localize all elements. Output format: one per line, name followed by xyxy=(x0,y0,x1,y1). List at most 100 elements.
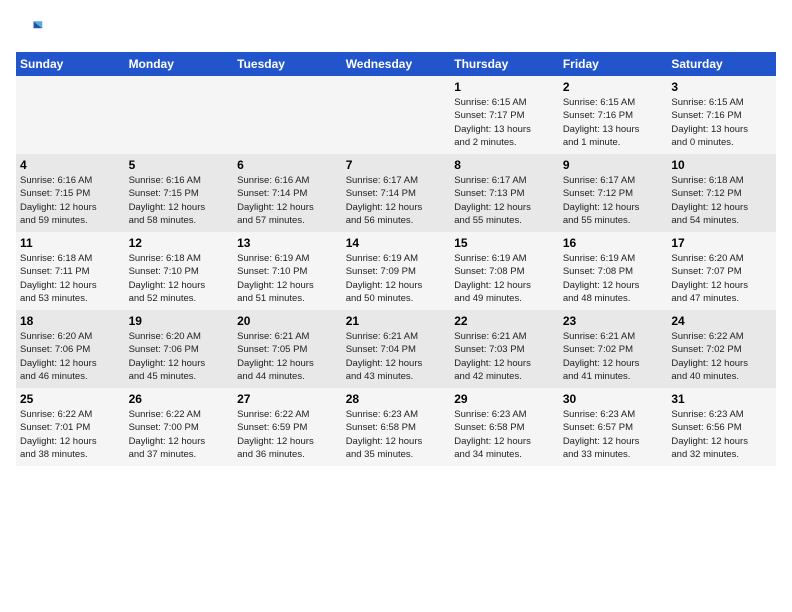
cell-info: Sunrise: 6:22 AM Sunset: 7:01 PM Dayligh… xyxy=(20,408,121,461)
calendar-cell: 6 Sunrise: 6:16 AM Sunset: 7:14 PM Daylig… xyxy=(233,154,342,232)
calendar-week-row: 18 Sunrise: 6:20 AM Sunset: 7:06 PM Dayli… xyxy=(16,310,776,388)
day-number: 25 xyxy=(20,392,121,406)
cell-info: Sunrise: 6:19 AM Sunset: 7:08 PM Dayligh… xyxy=(563,252,664,305)
calendar-cell: 10 Sunrise: 6:18 AM Sunset: 7:12 PM Dayli… xyxy=(667,154,776,232)
calendar-cell: 16 Sunrise: 6:19 AM Sunset: 7:08 PM Dayli… xyxy=(559,232,668,310)
day-number: 5 xyxy=(129,158,230,172)
day-number: 17 xyxy=(671,236,772,250)
calendar-cell: 31Sunrise: 6:23 AM Sunset: 6:56 PM Dayli… xyxy=(667,388,776,466)
day-number: 18 xyxy=(20,314,121,328)
cell-info: Sunrise: 6:21 AM Sunset: 7:02 PM Dayligh… xyxy=(563,330,664,383)
day-number: 23 xyxy=(563,314,664,328)
calendar-cell: 18 Sunrise: 6:20 AM Sunset: 7:06 PM Dayli… xyxy=(16,310,125,388)
calendar-week-row: 25 Sunrise: 6:22 AM Sunset: 7:01 PM Dayli… xyxy=(16,388,776,466)
cell-info: Sunrise: 6:18 AM Sunset: 7:10 PM Dayligh… xyxy=(129,252,230,305)
cell-info: Sunrise: 6:17 AM Sunset: 7:13 PM Dayligh… xyxy=(454,174,555,227)
cell-info: Sunrise: 6:16 AM Sunset: 7:14 PM Dayligh… xyxy=(237,174,338,227)
calendar-week-row: 4 Sunrise: 6:16 AM Sunset: 7:15 PM Daylig… xyxy=(16,154,776,232)
calendar-cell: 7 Sunrise: 6:17 AM Sunset: 7:14 PM Daylig… xyxy=(342,154,451,232)
day-number: 6 xyxy=(237,158,338,172)
calendar-header-row: SundayMondayTuesdayWednesdayThursdayFrid… xyxy=(16,52,776,76)
calendar-cell: 3 Sunrise: 6:15 AM Sunset: 7:16 PM Daylig… xyxy=(667,76,776,154)
cell-info: Sunrise: 6:19 AM Sunset: 7:08 PM Dayligh… xyxy=(454,252,555,305)
day-number: 1 xyxy=(454,80,555,94)
day-number: 15 xyxy=(454,236,555,250)
calendar-cell: 12 Sunrise: 6:18 AM Sunset: 7:10 PM Dayli… xyxy=(125,232,234,310)
cell-info: Sunrise: 6:20 AM Sunset: 7:06 PM Dayligh… xyxy=(20,330,121,383)
calendar-cell: 19Sunrise: 6:20 AM Sunset: 7:06 PM Dayli… xyxy=(125,310,234,388)
day-number: 8 xyxy=(454,158,555,172)
calendar-cell: 28Sunrise: 6:23 AM Sunset: 6:58 PM Dayli… xyxy=(342,388,451,466)
cell-info: Sunrise: 6:16 AM Sunset: 7:15 PM Dayligh… xyxy=(20,174,121,227)
col-header-sunday: Sunday xyxy=(16,52,125,76)
cell-info: Sunrise: 6:23 AM Sunset: 6:56 PM Dayligh… xyxy=(671,408,772,461)
day-number: 19 xyxy=(129,314,230,328)
calendar-cell: 23 Sunrise: 6:21 AM Sunset: 7:02 PM Dayli… xyxy=(559,310,668,388)
day-number: 9 xyxy=(563,158,664,172)
day-number: 3 xyxy=(671,80,772,94)
logo-icon xyxy=(16,16,44,44)
col-header-tuesday: Tuesday xyxy=(233,52,342,76)
day-number: 16 xyxy=(563,236,664,250)
calendar-table: SundayMondayTuesdayWednesdayThursdayFrid… xyxy=(16,52,776,466)
cell-info: Sunrise: 6:16 AM Sunset: 7:15 PM Dayligh… xyxy=(129,174,230,227)
calendar-cell: 30 Sunrise: 6:23 AM Sunset: 6:57 PM Dayli… xyxy=(559,388,668,466)
calendar-cell xyxy=(125,76,234,154)
day-number: 21 xyxy=(346,314,447,328)
calendar-cell: 17 Sunrise: 6:20 AM Sunset: 7:07 PM Dayli… xyxy=(667,232,776,310)
calendar-cell: 5 Sunrise: 6:16 AM Sunset: 7:15 PM Daylig… xyxy=(125,154,234,232)
cell-info: Sunrise: 6:18 AM Sunset: 7:11 PM Dayligh… xyxy=(20,252,121,305)
calendar-cell: 26 Sunrise: 6:22 AM Sunset: 7:00 PM Dayli… xyxy=(125,388,234,466)
day-number: 26 xyxy=(129,392,230,406)
calendar-cell xyxy=(233,76,342,154)
day-number: 20 xyxy=(237,314,338,328)
col-header-thursday: Thursday xyxy=(450,52,559,76)
day-number: 27 xyxy=(237,392,338,406)
page-header xyxy=(16,16,776,44)
day-number: 10 xyxy=(671,158,772,172)
calendar-cell: 22Sunrise: 6:21 AM Sunset: 7:03 PM Dayli… xyxy=(450,310,559,388)
calendar-cell xyxy=(16,76,125,154)
day-number: 11 xyxy=(20,236,121,250)
calendar-cell: 27 Sunrise: 6:22 AM Sunset: 6:59 PM Dayli… xyxy=(233,388,342,466)
cell-info: Sunrise: 6:18 AM Sunset: 7:12 PM Dayligh… xyxy=(671,174,772,227)
day-number: 29 xyxy=(454,392,555,406)
calendar-cell: 20 Sunrise: 6:21 AM Sunset: 7:05 PM Dayli… xyxy=(233,310,342,388)
calendar-cell: 8 Sunrise: 6:17 AM Sunset: 7:13 PM Daylig… xyxy=(450,154,559,232)
col-header-wednesday: Wednesday xyxy=(342,52,451,76)
calendar-cell: 11 Sunrise: 6:18 AM Sunset: 7:11 PM Dayli… xyxy=(16,232,125,310)
cell-info: Sunrise: 6:21 AM Sunset: 7:05 PM Dayligh… xyxy=(237,330,338,383)
cell-info: Sunrise: 6:15 AM Sunset: 7:16 PM Dayligh… xyxy=(671,96,772,149)
calendar-week-row: 1 Sunrise: 6:15 AM Sunset: 7:17 PM Daylig… xyxy=(16,76,776,154)
logo xyxy=(16,16,48,44)
cell-info: Sunrise: 6:19 AM Sunset: 7:09 PM Dayligh… xyxy=(346,252,447,305)
cell-info: Sunrise: 6:17 AM Sunset: 7:12 PM Dayligh… xyxy=(563,174,664,227)
calendar-cell: 14 Sunrise: 6:19 AM Sunset: 7:09 PM Dayli… xyxy=(342,232,451,310)
calendar-cell: 9 Sunrise: 6:17 AM Sunset: 7:12 PM Daylig… xyxy=(559,154,668,232)
day-number: 12 xyxy=(129,236,230,250)
day-number: 4 xyxy=(20,158,121,172)
day-number: 28 xyxy=(346,392,447,406)
calendar-cell xyxy=(342,76,451,154)
cell-info: Sunrise: 6:22 AM Sunset: 7:02 PM Dayligh… xyxy=(671,330,772,383)
calendar-cell: 1 Sunrise: 6:15 AM Sunset: 7:17 PM Daylig… xyxy=(450,76,559,154)
calendar-cell: 25 Sunrise: 6:22 AM Sunset: 7:01 PM Dayli… xyxy=(16,388,125,466)
cell-info: Sunrise: 6:22 AM Sunset: 6:59 PM Dayligh… xyxy=(237,408,338,461)
cell-info: Sunrise: 6:23 AM Sunset: 6:57 PM Dayligh… xyxy=(563,408,664,461)
cell-info: Sunrise: 6:21 AM Sunset: 7:04 PM Dayligh… xyxy=(346,330,447,383)
calendar-cell: 13 Sunrise: 6:19 AM Sunset: 7:10 PM Dayli… xyxy=(233,232,342,310)
day-number: 7 xyxy=(346,158,447,172)
cell-info: Sunrise: 6:17 AM Sunset: 7:14 PM Dayligh… xyxy=(346,174,447,227)
day-number: 2 xyxy=(563,80,664,94)
calendar-week-row: 11 Sunrise: 6:18 AM Sunset: 7:11 PM Dayli… xyxy=(16,232,776,310)
calendar-cell: 29Sunrise: 6:23 AM Sunset: 6:58 PM Dayli… xyxy=(450,388,559,466)
day-number: 30 xyxy=(563,392,664,406)
cell-info: Sunrise: 6:19 AM Sunset: 7:10 PM Dayligh… xyxy=(237,252,338,305)
cell-info: Sunrise: 6:21 AM Sunset: 7:03 PM Dayligh… xyxy=(454,330,555,383)
cell-info: Sunrise: 6:20 AM Sunset: 7:07 PM Dayligh… xyxy=(671,252,772,305)
day-number: 14 xyxy=(346,236,447,250)
day-number: 13 xyxy=(237,236,338,250)
cell-info: Sunrise: 6:22 AM Sunset: 7:00 PM Dayligh… xyxy=(129,408,230,461)
cell-info: Sunrise: 6:15 AM Sunset: 7:17 PM Dayligh… xyxy=(454,96,555,149)
calendar-cell: 2Sunrise: 6:15 AM Sunset: 7:16 PM Daylig… xyxy=(559,76,668,154)
